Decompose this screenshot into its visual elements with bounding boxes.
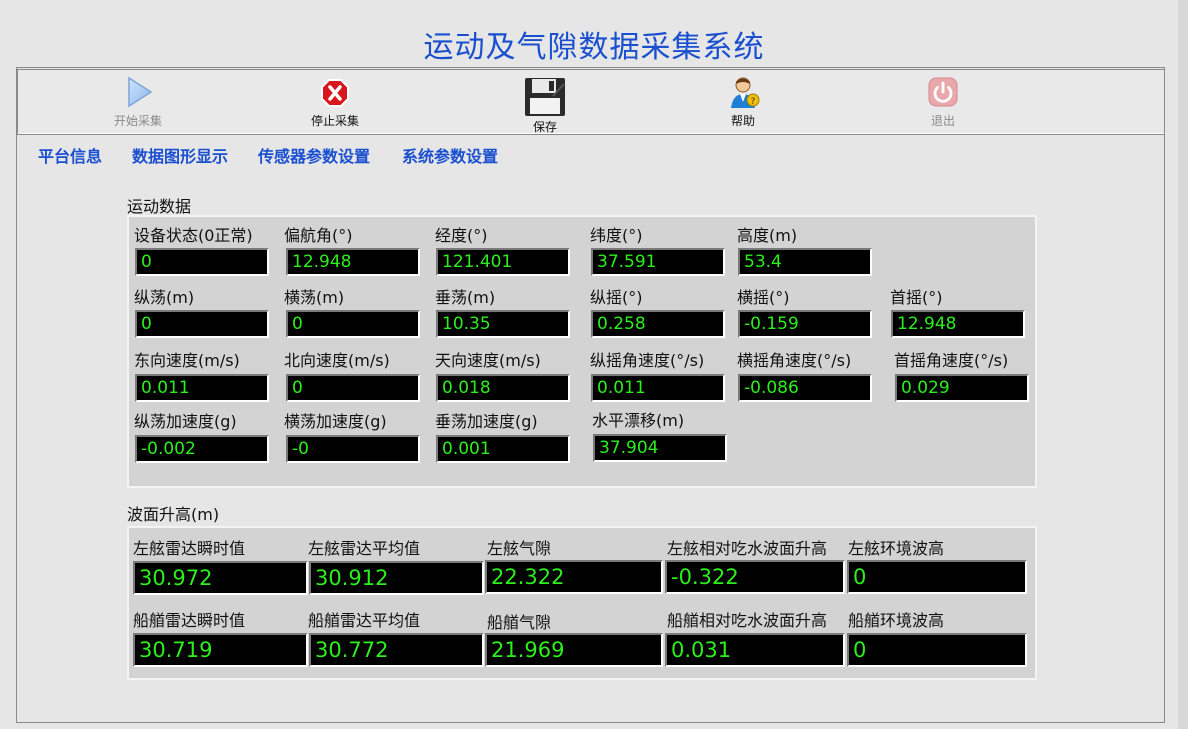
device-status-label: 设备状态(0正常) bbox=[134, 226, 253, 245]
altitude-indicator: 53.4 bbox=[738, 248, 872, 276]
bow-air-gap-label: 船艏气隙 bbox=[487, 613, 552, 632]
up-velocity-label: 天向速度(m/s) bbox=[435, 351, 541, 370]
yaw-rate-label: 首摇角速度(°/s) bbox=[894, 351, 1009, 370]
bow-relative-draft-label: 船艏相对吃水波面升高 bbox=[667, 611, 828, 630]
horizontal-drift-indicator: 37.904 bbox=[593, 434, 727, 462]
exit-button[interactable]: 退出 bbox=[898, 74, 988, 129]
port-air-gap-label: 左舷气隙 bbox=[487, 539, 552, 558]
roll-indicator: -0.159 bbox=[738, 310, 872, 338]
pitch-label: 纵摇(°) bbox=[590, 288, 643, 307]
bow-ambient-wave-label: 船艏环境波高 bbox=[848, 611, 945, 630]
port-relative-draft-indicator: -0.322 bbox=[665, 560, 845, 594]
yaw-rate-indicator: 0.029 bbox=[895, 374, 1029, 402]
bow-radar-average-indicator: 30.772 bbox=[309, 633, 484, 667]
surge-acceleration-label: 纵荡加速度(g) bbox=[134, 412, 237, 431]
help-user-icon: ? bbox=[698, 74, 788, 110]
north-velocity-label: 北向速度(m/s) bbox=[284, 351, 390, 370]
east-velocity-indicator: 0.011 bbox=[135, 374, 269, 402]
yaw-indicator: 12.948 bbox=[891, 310, 1025, 338]
stop-icon bbox=[290, 74, 380, 110]
tab-platform-info[interactable]: 平台信息 bbox=[38, 143, 102, 167]
surge-label: 纵荡(m) bbox=[134, 288, 195, 307]
floppy-disk-icon bbox=[500, 76, 590, 116]
port-ambient-wave-label: 左舷环境波高 bbox=[848, 539, 945, 558]
page-title: 运动及气隙数据采集系统 bbox=[423, 30, 765, 65]
sway-acceleration-label: 横荡加速度(g) bbox=[284, 412, 387, 431]
pitch-rate-label: 纵摇角速度(°/s) bbox=[590, 351, 705, 370]
play-icon bbox=[93, 74, 183, 110]
north-velocity-indicator: 0 bbox=[286, 374, 420, 402]
svg-text:?: ? bbox=[751, 97, 756, 107]
power-icon bbox=[898, 74, 988, 110]
window-edge bbox=[1178, 0, 1188, 729]
bow-radar-instant-indicator: 30.719 bbox=[133, 633, 308, 667]
tab-system-parameter-settings[interactable]: 系统参数设置 bbox=[402, 143, 498, 167]
bow-relative-draft-indicator: 0.031 bbox=[665, 633, 845, 667]
sway-label: 横荡(m) bbox=[284, 288, 345, 307]
wave-elevation-panel: 左舷雷达瞬时值 30.972 左舷雷达平均值 30.912 左舷气隙 22.32… bbox=[127, 526, 1037, 680]
stop-acquisition-label: 停止采集 bbox=[310, 114, 359, 128]
sway-indicator: 0 bbox=[286, 310, 420, 338]
east-velocity-label: 东向速度(m/s) bbox=[134, 351, 240, 370]
bow-air-gap-indicator: 21.969 bbox=[485, 633, 663, 667]
bow-radar-instant-label: 船艏雷达瞬时值 bbox=[133, 611, 246, 630]
altitude-label: 高度(m) bbox=[737, 226, 798, 245]
port-relative-draft-label: 左舷相对吃水波面升高 bbox=[667, 539, 828, 558]
help-button[interactable]: ? 帮助 bbox=[698, 74, 788, 129]
sway-acceleration-indicator: -0 bbox=[286, 435, 420, 463]
device-status-indicator: 0 bbox=[135, 248, 269, 276]
stop-acquisition-button[interactable]: 停止采集 bbox=[290, 74, 380, 129]
latitude-label: 纬度(°) bbox=[590, 226, 643, 245]
up-velocity-indicator: 0.018 bbox=[436, 374, 570, 402]
wave-elevation-section-label: 波面升高(m) bbox=[127, 505, 220, 524]
longitude-label: 经度(°) bbox=[435, 226, 488, 245]
longitude-indicator: 121.401 bbox=[436, 248, 570, 276]
start-acquisition-label: 开始采集 bbox=[113, 114, 162, 128]
heave-acceleration-label: 垂荡加速度(g) bbox=[435, 412, 538, 431]
tab-data-graph-display[interactable]: 数据图形显示 bbox=[132, 143, 228, 167]
toolbar: 开始采集 停止采集 保存 ? 帮助 退出 bbox=[17, 69, 1165, 135]
port-radar-average-indicator: 30.912 bbox=[309, 561, 484, 595]
pitch-indicator: 0.258 bbox=[591, 310, 725, 338]
horizontal-drift-label: 水平漂移(m) bbox=[592, 411, 685, 430]
motion-data-panel: 设备状态(0正常) 0 偏航角(°) 12.948 经度(°) 121.401 … bbox=[127, 215, 1037, 488]
port-ambient-wave-indicator: 0 bbox=[847, 560, 1027, 594]
latitude-indicator: 37.591 bbox=[591, 248, 725, 276]
bow-radar-average-label: 船艏雷达平均值 bbox=[308, 611, 421, 630]
roll-label: 横摇(°) bbox=[737, 288, 790, 307]
save-button[interactable]: 保存 bbox=[500, 76, 590, 135]
start-acquisition-button[interactable]: 开始采集 bbox=[93, 74, 183, 129]
motion-data-section-label: 运动数据 bbox=[127, 197, 192, 216]
save-label: 保存 bbox=[532, 120, 557, 134]
heave-acceleration-indicator: 0.001 bbox=[436, 435, 570, 463]
exit-label: 退出 bbox=[930, 114, 955, 128]
bow-ambient-wave-indicator: 0 bbox=[847, 633, 1027, 667]
port-radar-instant-indicator: 30.972 bbox=[133, 561, 308, 595]
help-label: 帮助 bbox=[730, 114, 755, 128]
port-radar-average-label: 左舷雷达平均值 bbox=[308, 539, 421, 558]
pitch-rate-indicator: 0.011 bbox=[591, 374, 725, 402]
yaw-label: 首摇(°) bbox=[890, 288, 943, 307]
tab-sensor-parameter-settings[interactable]: 传感器参数设置 bbox=[258, 143, 370, 167]
yaw-angle-indicator: 12.948 bbox=[286, 248, 420, 276]
yaw-angle-label: 偏航角(°) bbox=[284, 226, 353, 245]
heave-label: 垂荡(m) bbox=[435, 288, 496, 307]
surge-indicator: 0 bbox=[135, 310, 269, 338]
port-air-gap-indicator: 22.322 bbox=[485, 560, 663, 594]
roll-rate-label: 横摇角速度(°/s) bbox=[737, 351, 852, 370]
roll-rate-indicator: -0.086 bbox=[738, 374, 872, 402]
port-radar-instant-label: 左舷雷达瞬时值 bbox=[133, 539, 246, 558]
surge-acceleration-indicator: -0.002 bbox=[135, 435, 269, 463]
heave-indicator: 10.35 bbox=[436, 310, 570, 338]
